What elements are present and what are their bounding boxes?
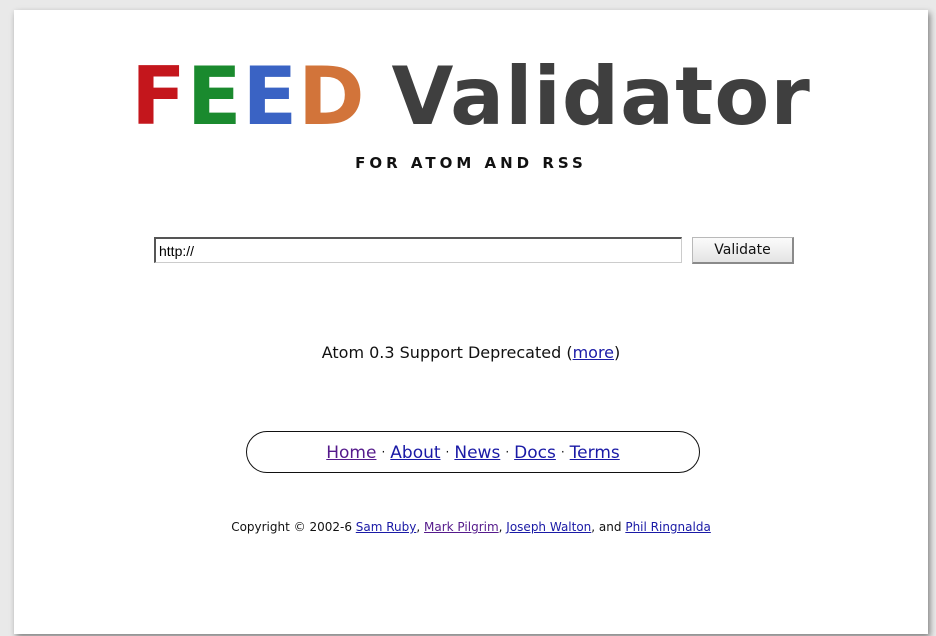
nav-news-link[interactable]: News xyxy=(454,443,500,463)
tagline: FOR ATOM AND RSS xyxy=(355,154,587,172)
author-link-sam-ruby[interactable]: Sam Ruby xyxy=(356,520,417,534)
nav-about-link[interactable]: About xyxy=(390,443,440,463)
author-link-mark-pilgrim[interactable]: Mark Pilgrim xyxy=(424,520,499,534)
nav-separator: · xyxy=(445,445,450,459)
logo-letter-e2: E xyxy=(242,50,299,143)
feed-url-input[interactable] xyxy=(154,237,682,263)
author-separator: , and xyxy=(591,520,626,534)
nav-docs-link[interactable]: Docs xyxy=(514,443,556,463)
notice-text: Atom 0.3 Support Deprecated ( xyxy=(321,343,573,362)
logo-letter-f: F xyxy=(131,50,187,143)
validate-button[interactable]: Validate xyxy=(692,237,794,264)
logo-validator-text: Validator xyxy=(391,50,811,143)
page: FEEDValidator FOR ATOM AND RSS Validate … xyxy=(14,10,928,634)
author-link-phil-ringnalda[interactable]: Phil Ringnalda xyxy=(625,520,710,534)
nav-separator: · xyxy=(505,445,510,459)
copyright-notice: Copyright © 2002-6 Sam Ruby, Mark Pilgri… xyxy=(14,520,928,534)
nav-home-link[interactable]: Home xyxy=(326,443,376,463)
nav-bar: Home · About · News · Docs · Terms xyxy=(246,431,700,473)
nav-separator: · xyxy=(560,445,565,459)
logo-letter-e1: E xyxy=(186,50,243,143)
logo-letter-d: D xyxy=(298,50,366,143)
nav-terms-link[interactable]: Terms xyxy=(570,443,620,463)
nav-separator: · xyxy=(381,445,386,459)
notice-close-paren: ) xyxy=(614,343,621,362)
author-link-joseph-walton[interactable]: Joseph Walton xyxy=(506,520,591,534)
deprecation-notice: Atom 0.3 Support Deprecated (more) xyxy=(14,343,928,362)
site-logo[interactable]: FEED Validator xyxy=(14,52,928,142)
copyright-prefix: Copyright © 2002-6 xyxy=(231,520,356,534)
more-link[interactable]: more xyxy=(573,343,614,362)
author-separator: , xyxy=(416,520,425,534)
